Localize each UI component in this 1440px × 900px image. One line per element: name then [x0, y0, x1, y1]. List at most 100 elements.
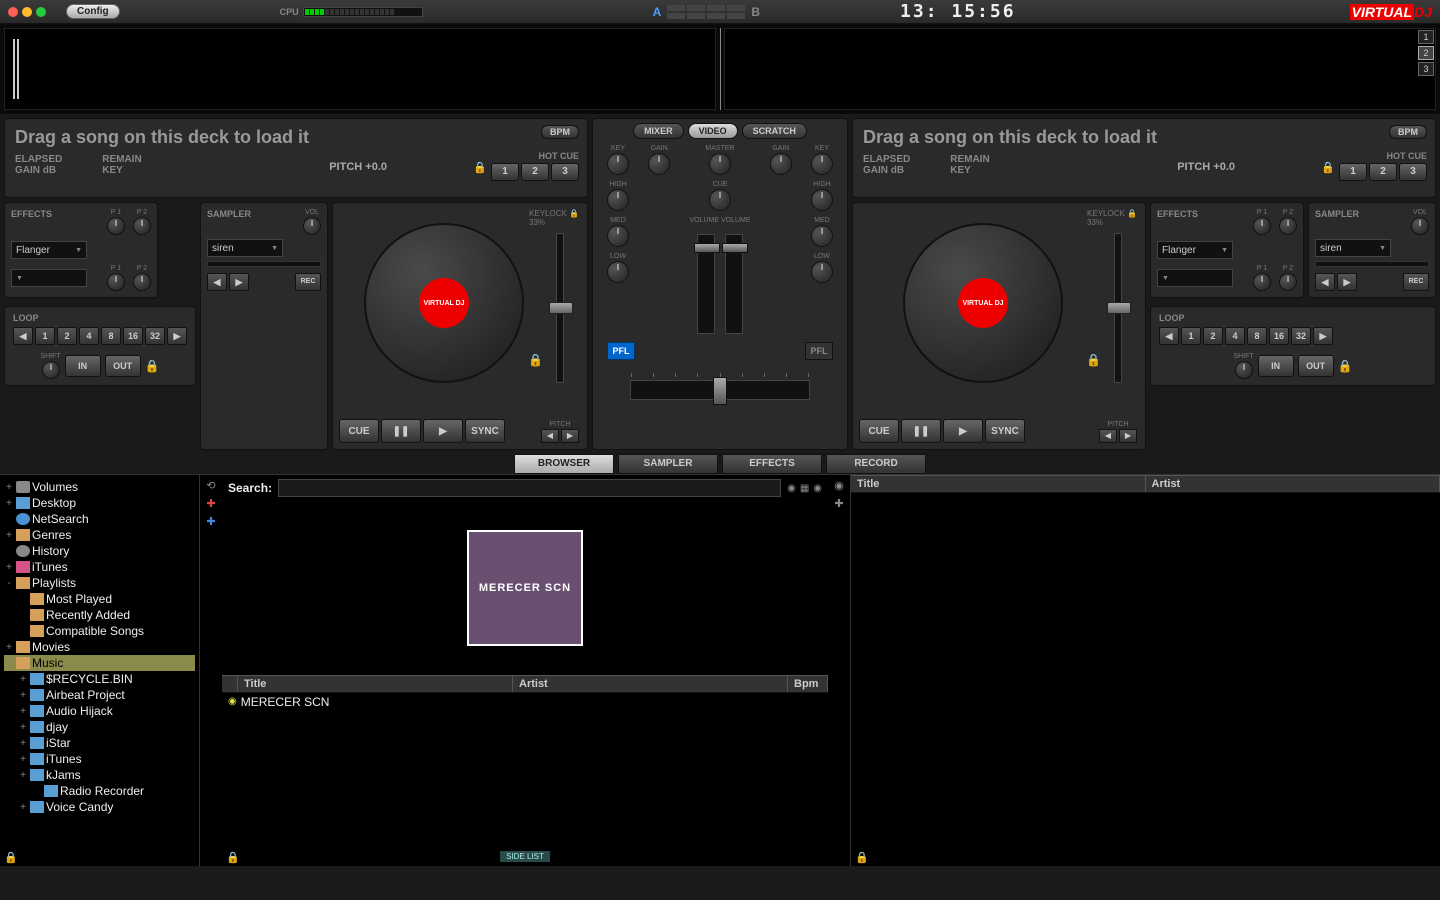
- play-button-a[interactable]: ▶: [423, 419, 463, 443]
- loop-16[interactable]: 16: [123, 327, 143, 345]
- tree-item[interactable]: Most Played: [4, 591, 195, 607]
- lock-icon[interactable]: 🔒: [855, 851, 869, 864]
- col-artist[interactable]: Artist: [1146, 476, 1440, 492]
- sampler-play[interactable]: ▶: [229, 273, 249, 291]
- hotcue-2[interactable]: 2: [1369, 163, 1397, 181]
- loop-32[interactable]: 32: [145, 327, 165, 345]
- lock-icon[interactable]: 🔒: [528, 353, 543, 367]
- browser-tab[interactable]: BROWSER: [514, 454, 614, 474]
- gain-knob-b[interactable]: [770, 153, 792, 175]
- sampler-select-b[interactable]: siren: [1315, 239, 1391, 257]
- tree-item[interactable]: -Music: [4, 655, 195, 671]
- lock-icon[interactable]: 🔒: [1086, 353, 1101, 367]
- album-cover[interactable]: MERECER SCN: [467, 530, 583, 646]
- fx-p1b-knob-b[interactable]: [1253, 273, 1271, 291]
- hotcue-3[interactable]: 3: [551, 163, 579, 181]
- pfl-b[interactable]: PFL: [805, 342, 833, 360]
- tree-item[interactable]: +iTunes: [4, 559, 195, 575]
- add-fav-icon[interactable]: ✚: [204, 497, 218, 511]
- col-title[interactable]: Title: [851, 476, 1146, 492]
- effect-select[interactable]: Flanger: [11, 241, 87, 259]
- pfl-a[interactable]: PFL: [607, 342, 635, 360]
- sampler-rec[interactable]: REC: [295, 273, 321, 291]
- track-row[interactable]: ◉ MERECER SCN: [222, 693, 828, 711]
- track-grid[interactable]: ◉ MERECER SCN: [222, 693, 828, 867]
- tree-item[interactable]: +Audio Hijack: [4, 703, 195, 719]
- lock-icon[interactable]: 🔒: [145, 359, 160, 373]
- bpm-button[interactable]: BPM: [1389, 125, 1427, 139]
- link-icon[interactable]: ⟲: [204, 479, 218, 493]
- pitch-down-b[interactable]: ◀: [1099, 429, 1117, 443]
- loop-4-b[interactable]: 4: [1225, 327, 1245, 345]
- loop-next[interactable]: ▶: [167, 327, 187, 345]
- loop-out[interactable]: OUT: [105, 355, 141, 377]
- sampler-select[interactable]: siren: [207, 239, 283, 257]
- pitch-up-b[interactable]: ▶: [1119, 429, 1137, 443]
- waveform-deck-b[interactable]: [724, 28, 1436, 110]
- loop-16-b[interactable]: 16: [1269, 327, 1289, 345]
- tree-item[interactable]: +kJams: [4, 767, 195, 783]
- record-tab[interactable]: RECORD: [826, 454, 926, 474]
- deck-a-header[interactable]: Drag a song on this deck to load it ELAP…: [4, 118, 588, 198]
- key-knob-a[interactable]: [607, 153, 629, 175]
- fx-p2-knob[interactable]: [133, 217, 151, 235]
- tree-item[interactable]: +$RECYCLE.BIN: [4, 671, 195, 687]
- hotcue-3[interactable]: 3: [1399, 163, 1427, 181]
- cue-button-b[interactable]: CUE: [859, 419, 899, 443]
- pause-button-b[interactable]: ❚❚: [901, 419, 941, 443]
- tree-item[interactable]: +iStar: [4, 735, 195, 751]
- plus-icon[interactable]: ✚: [832, 497, 846, 511]
- minimize-icon[interactable]: [22, 7, 32, 17]
- deck-b-header[interactable]: Drag a song on this deck to load it ELAP…: [852, 118, 1436, 198]
- tree-item[interactable]: +Volumes: [4, 479, 195, 495]
- page-2-button[interactable]: 2: [1418, 46, 1434, 60]
- col-bpm[interactable]: Bpm: [788, 676, 828, 692]
- fx-p1-knob[interactable]: [107, 217, 125, 235]
- playlist-panel[interactable]: Title Artist 🔒: [850, 475, 1440, 866]
- globe-icon[interactable]: ◉: [832, 479, 846, 493]
- hotcue-1[interactable]: 1: [1339, 163, 1367, 181]
- high-knob-a[interactable]: [607, 189, 629, 211]
- loop-1[interactable]: 1: [35, 327, 55, 345]
- fx-p2b-knob-b[interactable]: [1279, 273, 1297, 291]
- tree-item[interactable]: +Voice Candy: [4, 799, 195, 815]
- low-knob-b[interactable]: [811, 261, 833, 283]
- sampler-prev-b[interactable]: ◀: [1315, 273, 1335, 291]
- loop-8-b[interactable]: 8: [1247, 327, 1267, 345]
- pitch-slider-b[interactable]: [1103, 233, 1133, 403]
- tree-item[interactable]: +iTunes: [4, 751, 195, 767]
- cue-knob[interactable]: [709, 189, 731, 211]
- scratch-tab[interactable]: SCRATCH: [742, 123, 807, 139]
- volume-fader-a[interactable]: [697, 234, 715, 334]
- fx-p1-knob-b[interactable]: [1253, 217, 1271, 235]
- lock-icon[interactable]: 🔒: [1321, 161, 1335, 174]
- sampler-vol-knob-b[interactable]: [1411, 217, 1429, 235]
- tree-item[interactable]: Radio Recorder: [4, 783, 195, 799]
- pitch-down-a[interactable]: ◀: [541, 429, 559, 443]
- bpm-button[interactable]: BPM: [541, 125, 579, 139]
- pause-button-a[interactable]: ❚❚: [381, 419, 421, 443]
- lock-icon[interactable]: 🔒: [473, 161, 487, 174]
- master-knob[interactable]: [709, 153, 731, 175]
- effect-select-2[interactable]: [11, 269, 87, 287]
- crossfader[interactable]: [630, 380, 810, 400]
- loop-prev[interactable]: ◀: [13, 327, 33, 345]
- loop-2-b[interactable]: 2: [1203, 327, 1223, 345]
- col-artist[interactable]: Artist: [513, 676, 788, 692]
- fx-p2-knob-b[interactable]: [1279, 217, 1297, 235]
- tree-item[interactable]: History: [4, 543, 195, 559]
- sidelist-toggle[interactable]: SIDE LIST: [500, 851, 550, 862]
- loop-in-b[interactable]: IN: [1258, 355, 1294, 377]
- shift-knob[interactable]: [42, 361, 60, 379]
- cue-button-a[interactable]: CUE: [339, 419, 379, 443]
- high-knob-b[interactable]: [811, 189, 833, 211]
- video-tab[interactable]: VIDEO: [688, 123, 738, 139]
- loop-out-b[interactable]: OUT: [1298, 355, 1334, 377]
- config-button[interactable]: Config: [66, 4, 120, 19]
- gain-knob-a[interactable]: [648, 153, 670, 175]
- sampler-tab[interactable]: SAMPLER: [618, 454, 718, 474]
- tree-item[interactable]: +Desktop: [4, 495, 195, 511]
- low-knob-a[interactable]: [607, 261, 629, 283]
- lock-icon[interactable]: 🔒: [1338, 359, 1353, 373]
- sampler-play-b[interactable]: ▶: [1337, 273, 1357, 291]
